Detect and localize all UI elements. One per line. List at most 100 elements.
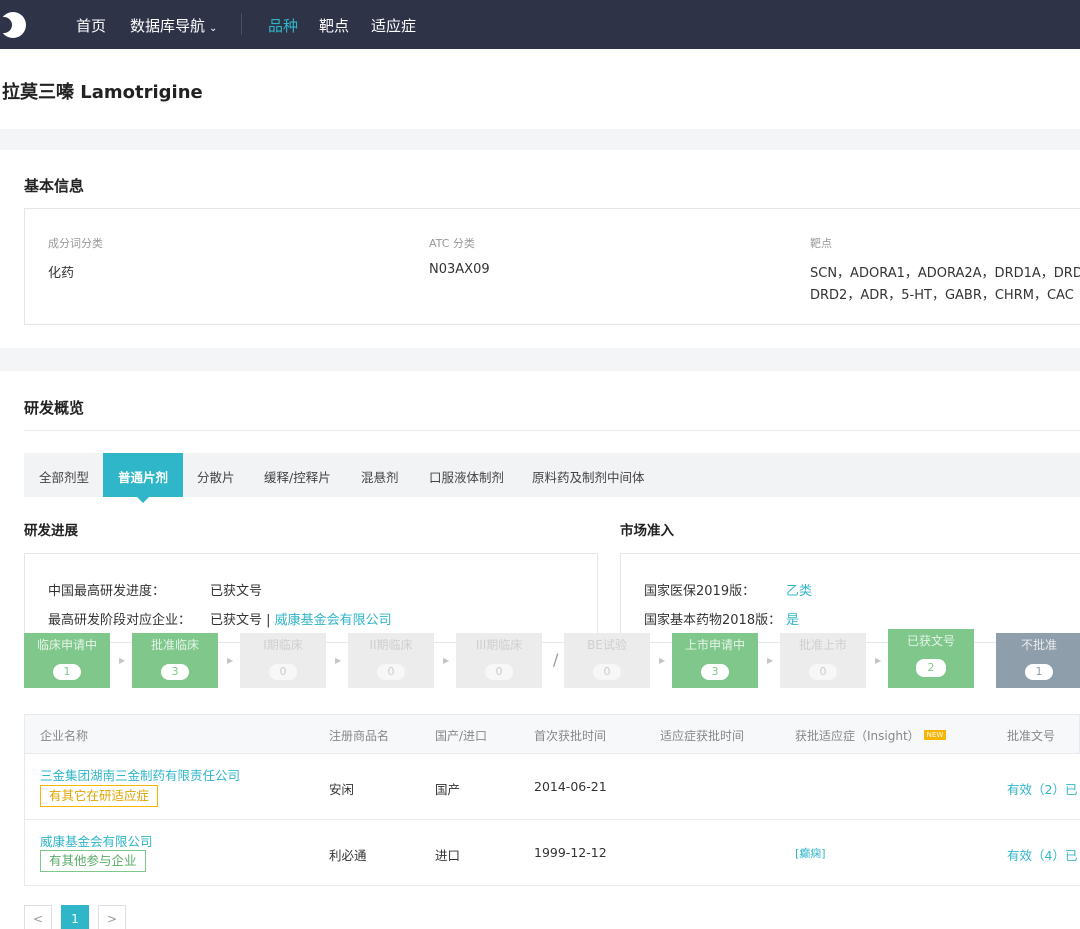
col-first-date: 首次获批时间	[534, 729, 607, 743]
next-page-button[interactable]: >	[98, 905, 126, 929]
stage-count: 0	[377, 664, 405, 680]
nav-item-database-label: 数据库导航	[130, 17, 206, 35]
target-label: 靶点	[810, 237, 832, 250]
top-company-value: 已获文号 | 威康基金会有限公司	[210, 609, 392, 628]
chevron-right-icon: ▶	[227, 656, 234, 665]
stage-count: 0	[269, 664, 297, 680]
essential-drug-value[interactable]: 是	[786, 609, 799, 628]
company-link[interactable]: 三金集团湖南三金制药有限责任公司	[40, 765, 240, 784]
top-company-label: 最高研发阶段对应企业：	[48, 613, 192, 628]
status-tag: 有其他参与企业	[40, 850, 146, 872]
approval-cell[interactable]: 有效（2）已	[1007, 779, 1077, 798]
stage-label: 不批准	[1020, 638, 1057, 652]
chevron-right-icon: ▶	[119, 656, 126, 665]
col-origin: 国产/进口	[435, 729, 488, 743]
table-left-border	[24, 754, 25, 886]
stage-label: 批准临床	[150, 638, 199, 652]
stage-phase-3[interactable]: III期临床 0	[456, 633, 542, 688]
cn-progress-value: 已获文号	[210, 584, 263, 599]
col-company: 企业名称	[40, 729, 89, 743]
tab-suspension[interactable]: 混悬剂	[361, 467, 399, 486]
row-divider	[24, 885, 1080, 886]
indication-link[interactable]: [癫痫]	[795, 845, 826, 861]
stage-label: I期临床	[263, 638, 303, 652]
chevron-right-icon: ▶	[875, 656, 882, 665]
tab-api[interactable]: 原料药及制剂中间体	[532, 467, 645, 486]
top-company-link[interactable]: 威康基金会有限公司	[275, 613, 392, 628]
atc-value: N03AX09	[429, 262, 490, 277]
essential-drug-label: 国家基本药物2018版：	[644, 613, 782, 628]
tab-oral-liquid[interactable]: 口服液体制剂	[429, 467, 504, 486]
status-tag: 有其它在研适应症	[40, 785, 159, 807]
stage-be-trial[interactable]: BE试验 0	[564, 633, 650, 688]
new-badge: NEW	[923, 730, 947, 740]
nav-item-targets[interactable]: 靶点	[319, 15, 349, 36]
stage-count: 3	[701, 664, 729, 680]
nav-item-database[interactable]: 数据库导航 ⌄	[130, 15, 217, 36]
cn-progress-label: 中国最高研发进度：	[48, 584, 166, 599]
nav-divider	[241, 13, 242, 35]
col-brand: 注册商品名	[329, 729, 390, 743]
stage-clinical-application[interactable]: 临床申请中 1	[24, 633, 110, 688]
company-link[interactable]: 威康基金会有限公司	[40, 831, 153, 850]
chevron-right-icon: ▶	[767, 656, 774, 665]
stage-count: 1	[53, 664, 81, 680]
first-date-cell: 2014-06-21	[534, 779, 607, 794]
stage-clinical-approved[interactable]: 批准临床 3	[132, 633, 218, 688]
stage-phase-2[interactable]: II期临床 0	[348, 633, 434, 688]
stage-phase-1[interactable]: I期临床 0	[240, 633, 326, 688]
logo-icon[interactable]	[0, 12, 26, 38]
nhsa-value[interactable]: 乙类	[786, 580, 812, 599]
tab-sustained[interactable]: 缓释/控释片	[264, 467, 331, 486]
stage-label: II期临床	[369, 638, 413, 652]
target-value-line2: DRD2，ADR，5-HT，GABR，CHRM，CAC	[810, 288, 1074, 303]
chevron-right-icon: ▶	[443, 656, 450, 665]
chevron-right-icon: ▶	[659, 656, 666, 665]
tab-dispersible[interactable]: 分散片	[197, 467, 235, 486]
brand-cell: 安闲	[329, 782, 355, 797]
nav-item-varieties[interactable]: 品种	[268, 15, 298, 36]
stage-label: 临床申请中	[36, 638, 97, 652]
category-label: 成分词分类	[48, 237, 103, 250]
progress-title: 研发进展	[24, 523, 78, 539]
dosage-tabs: 全部剂型 普通片剂 分散片 缓释/控释片 混悬剂 口服液体制剂 原料药及制剂中间…	[24, 453, 1080, 503]
stage-label: 批准上市	[798, 638, 847, 652]
chevron-down-icon: ⌄	[209, 23, 218, 34]
nav-item-indications[interactable]: 适应症	[371, 15, 416, 36]
row-divider	[24, 819, 1080, 820]
origin-cell: 进口	[435, 848, 461, 863]
stage-licensed[interactable]: 已获文号 2	[888, 629, 974, 688]
target-value-line1: SCN，ADORA1，ADORA2A，DRD1A，DRD	[810, 266, 1080, 281]
stage-divider: /	[553, 650, 559, 669]
stage-count: 0	[485, 664, 513, 680]
col-indication-label: 获批适应症（Insight）	[795, 729, 920, 743]
brand-cell: 利必通	[329, 848, 367, 863]
chevron-right-icon: ▶	[335, 656, 342, 665]
page-title: 拉莫三嗪 Lamotrigine	[2, 82, 203, 103]
overview-title: 研发概览	[24, 399, 85, 417]
market-title: 市场准入	[620, 523, 674, 539]
top-company-status: 已获文号 |	[210, 613, 271, 628]
origin-cell: 国产	[435, 782, 461, 797]
stage-market-application[interactable]: 上市申请中 3	[672, 633, 758, 688]
stage-market-approved[interactable]: 批准上市 0	[780, 633, 866, 688]
col-approval: 批准文号	[1007, 729, 1056, 743]
stage-label: BE试验	[587, 638, 627, 652]
basic-info-title: 基本信息	[24, 177, 85, 195]
nav-item-home[interactable]: 首页	[76, 15, 106, 36]
overview-divider	[24, 430, 1080, 431]
page-1-button[interactable]: 1	[61, 905, 89, 929]
prev-page-button[interactable]: <	[24, 905, 52, 929]
first-date-cell: 1999-12-12	[534, 845, 607, 860]
stage-count: 1	[1025, 664, 1053, 680]
stage-count: 0	[593, 664, 621, 680]
stage-label: 已获文号	[906, 634, 955, 648]
tab-tablet[interactable]: 普通片剂	[103, 453, 184, 503]
stage-label: 上市申请中	[684, 638, 745, 652]
approval-cell[interactable]: 有效（4）已	[1007, 845, 1077, 864]
tab-all[interactable]: 全部剂型	[39, 467, 89, 486]
stage-count: 2	[916, 659, 946, 677]
stage-rejected[interactable]: 不批准 1	[996, 633, 1080, 688]
stage-label: III期临床	[475, 638, 523, 652]
stage-count: 0	[809, 664, 837, 680]
